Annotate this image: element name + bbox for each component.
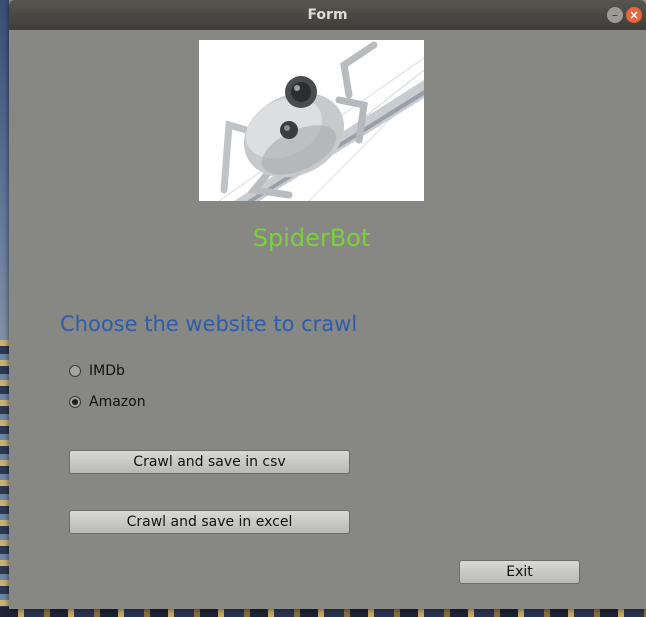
- close-button[interactable]: ×: [626, 7, 642, 23]
- window-title: Form: [307, 7, 348, 23]
- app-name: SpiderBot: [252, 224, 371, 252]
- radio-label-imdb[interactable]: IMDb: [89, 363, 125, 379]
- window-titlebar[interactable]: Form – ×: [9, 0, 646, 30]
- radio-label-amazon[interactable]: Amazon: [89, 394, 146, 410]
- spider-robot-icon: [199, 40, 425, 202]
- choose-website-heading: Choose the website to crawl: [60, 312, 358, 336]
- form-window: Form – × SpiderBot Choose the website to…: [9, 0, 646, 609]
- radio-button-imdb[interactable]: [69, 365, 81, 377]
- exit-button[interactable]: Exit: [459, 560, 580, 584]
- crawl-save-csv-button[interactable]: Crawl and save in csv: [69, 450, 350, 474]
- minimize-button[interactable]: –: [607, 7, 623, 23]
- crawl-save-excel-button[interactable]: Crawl and save in excel: [69, 510, 350, 534]
- spider-robot-image: [199, 40, 425, 202]
- radio-option-amazon[interactable]: Amazon: [69, 392, 146, 412]
- radio-option-imdb[interactable]: IMDb: [69, 361, 125, 381]
- radio-button-amazon[interactable]: [69, 396, 81, 408]
